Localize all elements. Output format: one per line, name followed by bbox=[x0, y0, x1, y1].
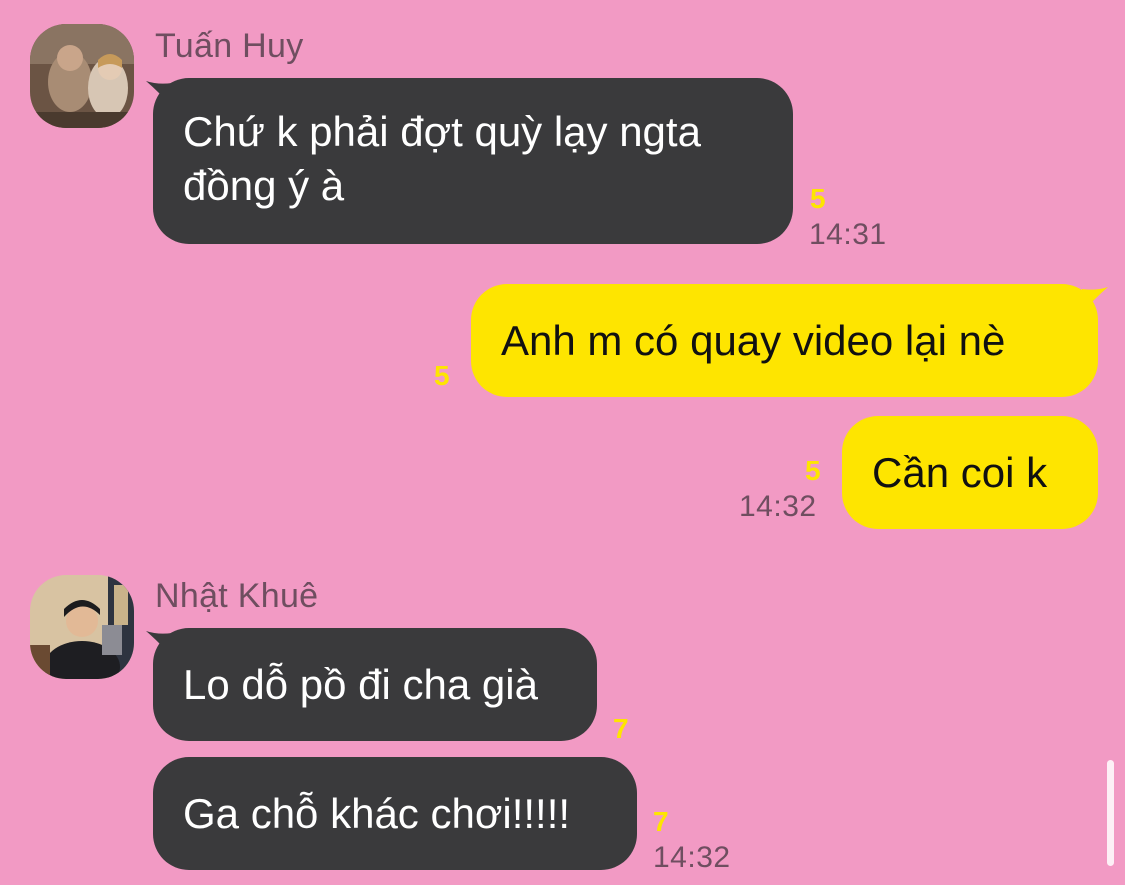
avatar-tuan-huy[interactable] bbox=[30, 24, 134, 128]
user-photo-icon bbox=[30, 24, 134, 128]
unread-count: 5 bbox=[810, 183, 826, 214]
user-photo-icon bbox=[30, 575, 134, 679]
message-bubble[interactable]: Anh m có quay video lại nè bbox=[471, 284, 1098, 397]
message-bubble[interactable]: Lo dỗ pồ đi cha già bbox=[153, 628, 597, 741]
message-text: Anh m có quay video lại nè bbox=[501, 316, 1006, 364]
message-time: 14:32 bbox=[653, 841, 731, 874]
message-text: Ga chỗ khác chơi!!!!! bbox=[183, 789, 571, 837]
unread-count: 7 bbox=[613, 713, 629, 744]
message-text: Cần coi k bbox=[872, 448, 1048, 496]
message-bubble[interactable]: Ga chỗ khác chơi!!!!! bbox=[153, 757, 637, 870]
message-text: Chứ k phải đợt quỳ lạy ngta đồng ý à bbox=[183, 108, 701, 209]
message-time: 14:32 bbox=[739, 490, 817, 523]
unread-count: 5 bbox=[805, 455, 821, 486]
sender-name: Tuấn Huy bbox=[155, 27, 304, 65]
message-time: 14:31 bbox=[809, 218, 887, 251]
unread-count: 7 bbox=[653, 806, 669, 837]
message-text: Lo dỗ pồ đi cha già bbox=[183, 660, 538, 708]
message-bubble[interactable]: Chứ k phải đợt quỳ lạy ngta đồng ý à bbox=[153, 78, 793, 244]
message-bubble[interactable]: Cần coi k bbox=[842, 416, 1098, 529]
avatar-nhat-khue[interactable] bbox=[30, 575, 134, 679]
sender-name: Nhật Khuê bbox=[155, 577, 319, 615]
scrollbar[interactable] bbox=[1107, 760, 1114, 866]
unread-count: 5 bbox=[434, 360, 450, 391]
